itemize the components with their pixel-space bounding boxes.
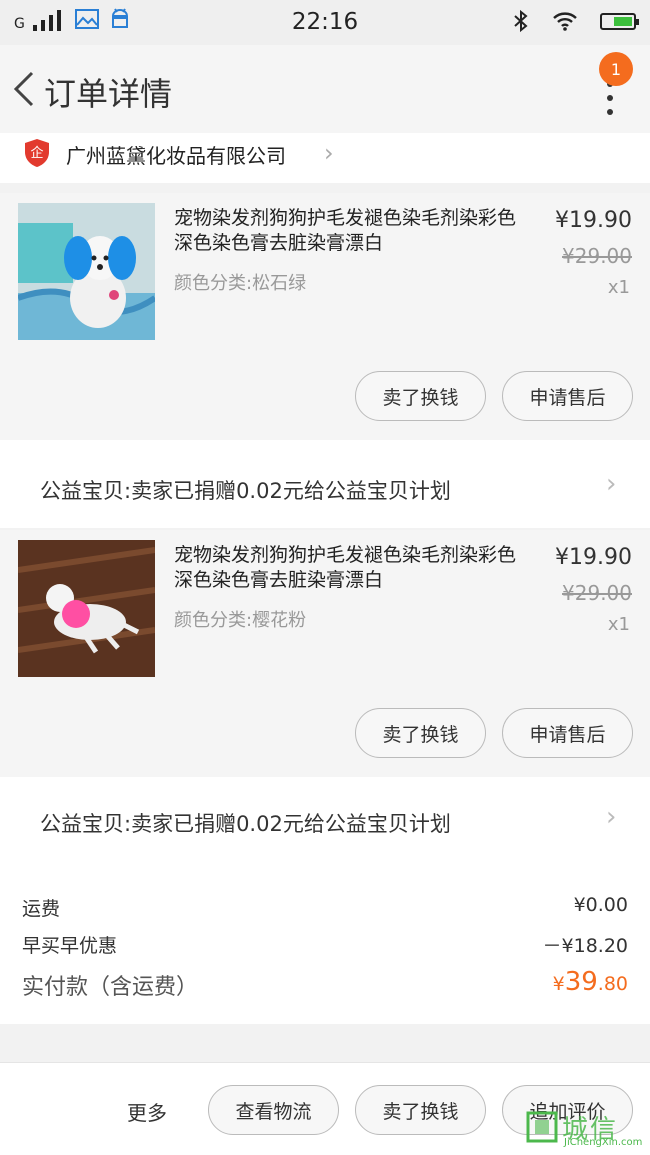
bottom-action-bar: 更多 查看物流 卖了换钱 追加评价 城信 JiChengXin.com xyxy=(0,1062,650,1155)
discount-value: －¥18.20 xyxy=(542,935,628,957)
sell-button[interactable]: 卖了换钱 xyxy=(355,371,486,421)
order-summary: 运费 ¥0.00 早买早优惠 －¥18.20 实付款（含运费） ¥39.80 xyxy=(0,876,650,1024)
chevron-right-icon: › xyxy=(606,802,617,832)
paid-currency: ¥ xyxy=(552,973,565,995)
bluetooth-icon xyxy=(514,9,528,33)
shop-icon-label: 企 xyxy=(30,145,43,161)
product-price: ¥19.90 xyxy=(555,545,632,570)
aftersale-button[interactable]: 申请售后 xyxy=(502,371,633,421)
aftersale-button[interactable]: 申请售后 xyxy=(502,708,633,758)
battery-icon xyxy=(600,12,639,30)
order-item[interactable]: 宠物染发剂狗狗护毛发褪色染毛剂染彩色深色染色膏去脏染膏漂白 颜色分类:樱花粉 ¥… xyxy=(0,530,650,777)
product-thumbnail[interactable] xyxy=(18,540,155,677)
status-right xyxy=(512,9,639,33)
product-quantity: x1 xyxy=(607,614,630,635)
nav-bar: 订单详情 1 xyxy=(0,45,650,133)
shipping-value: ¥0.00 xyxy=(573,894,628,916)
product-quantity: x1 xyxy=(607,277,630,298)
product-sku: 颜色分类:松石绿 xyxy=(174,273,307,294)
order-item[interactable]: 宠物染发剂狗狗护毛发褪色染毛剂染彩色深色染色膏去脏染膏漂白 颜色分类:松石绿 ¥… xyxy=(0,193,650,440)
chevron-right-icon: › xyxy=(606,469,617,499)
back-icon[interactable] xyxy=(12,70,36,108)
view-logistics-button[interactable]: 查看物流 xyxy=(208,1085,339,1135)
sell-button[interactable]: 卖了换钱 xyxy=(355,708,486,758)
wifi-icon xyxy=(553,12,577,31)
more-button[interactable]: 更多 xyxy=(127,1097,167,1126)
notification-badge: 1 xyxy=(599,52,633,86)
paid-decimal: .80 xyxy=(597,973,628,995)
shop-row[interactable]: 企 广州蓝黛化妆品有限公司 › xyxy=(0,133,650,183)
charity-text: 公益宝贝:卖家已捐赠0.02元给公益宝贝计划 xyxy=(40,479,451,503)
paid-value: ¥39.80 xyxy=(553,967,628,997)
product-sku: 颜色分类:樱花粉 xyxy=(174,610,307,631)
product-price: ¥19.90 xyxy=(555,208,632,233)
original-price: ¥29.00 xyxy=(562,244,632,268)
shipping-label: 运费 xyxy=(22,898,61,920)
original-price: ¥29.00 xyxy=(562,581,632,605)
status-bar: G 22:16 xyxy=(0,0,650,45)
watermark-subtext: JiChengXin.com xyxy=(564,1137,643,1148)
enterprise-shield-icon: 企 xyxy=(25,139,49,167)
chevron-right-icon: › xyxy=(324,139,334,167)
dog-blue-image xyxy=(18,203,155,340)
paid-label: 实付款（含运费） xyxy=(22,975,199,1000)
watermark-icon xyxy=(526,1111,558,1143)
charity-row[interactable]: 公益宝贝:卖家已捐赠0.02元给公益宝贝计划 › xyxy=(0,440,650,528)
paid-integer: 39 xyxy=(564,967,598,997)
discount-label: 早买早优惠 xyxy=(22,935,118,957)
page-title: 订单详情 xyxy=(44,75,173,113)
product-thumbnail[interactable] xyxy=(18,203,155,340)
shop-name: 广州蓝黛化妆品有限公司 xyxy=(66,144,286,168)
product-title[interactable]: 宠物染发剂狗狗护毛发褪色染毛剂染彩色深色染色膏去脏染膏漂白 xyxy=(174,206,524,256)
product-title[interactable]: 宠物染发剂狗狗护毛发褪色染毛剂染彩色深色染色膏去脏染膏漂白 xyxy=(174,543,524,593)
watermark-logo: 城信 JiChengXin.com xyxy=(526,1109,646,1149)
sell-button[interactable]: 卖了换钱 xyxy=(355,1085,486,1135)
dog-pink-image xyxy=(18,540,155,677)
charity-text: 公益宝贝:卖家已捐赠0.02元给公益宝贝计划 xyxy=(40,812,451,836)
charity-row[interactable]: 公益宝贝:卖家已捐赠0.02元给公益宝贝计划 › xyxy=(0,777,650,876)
more-icon[interactable] xyxy=(606,81,614,115)
